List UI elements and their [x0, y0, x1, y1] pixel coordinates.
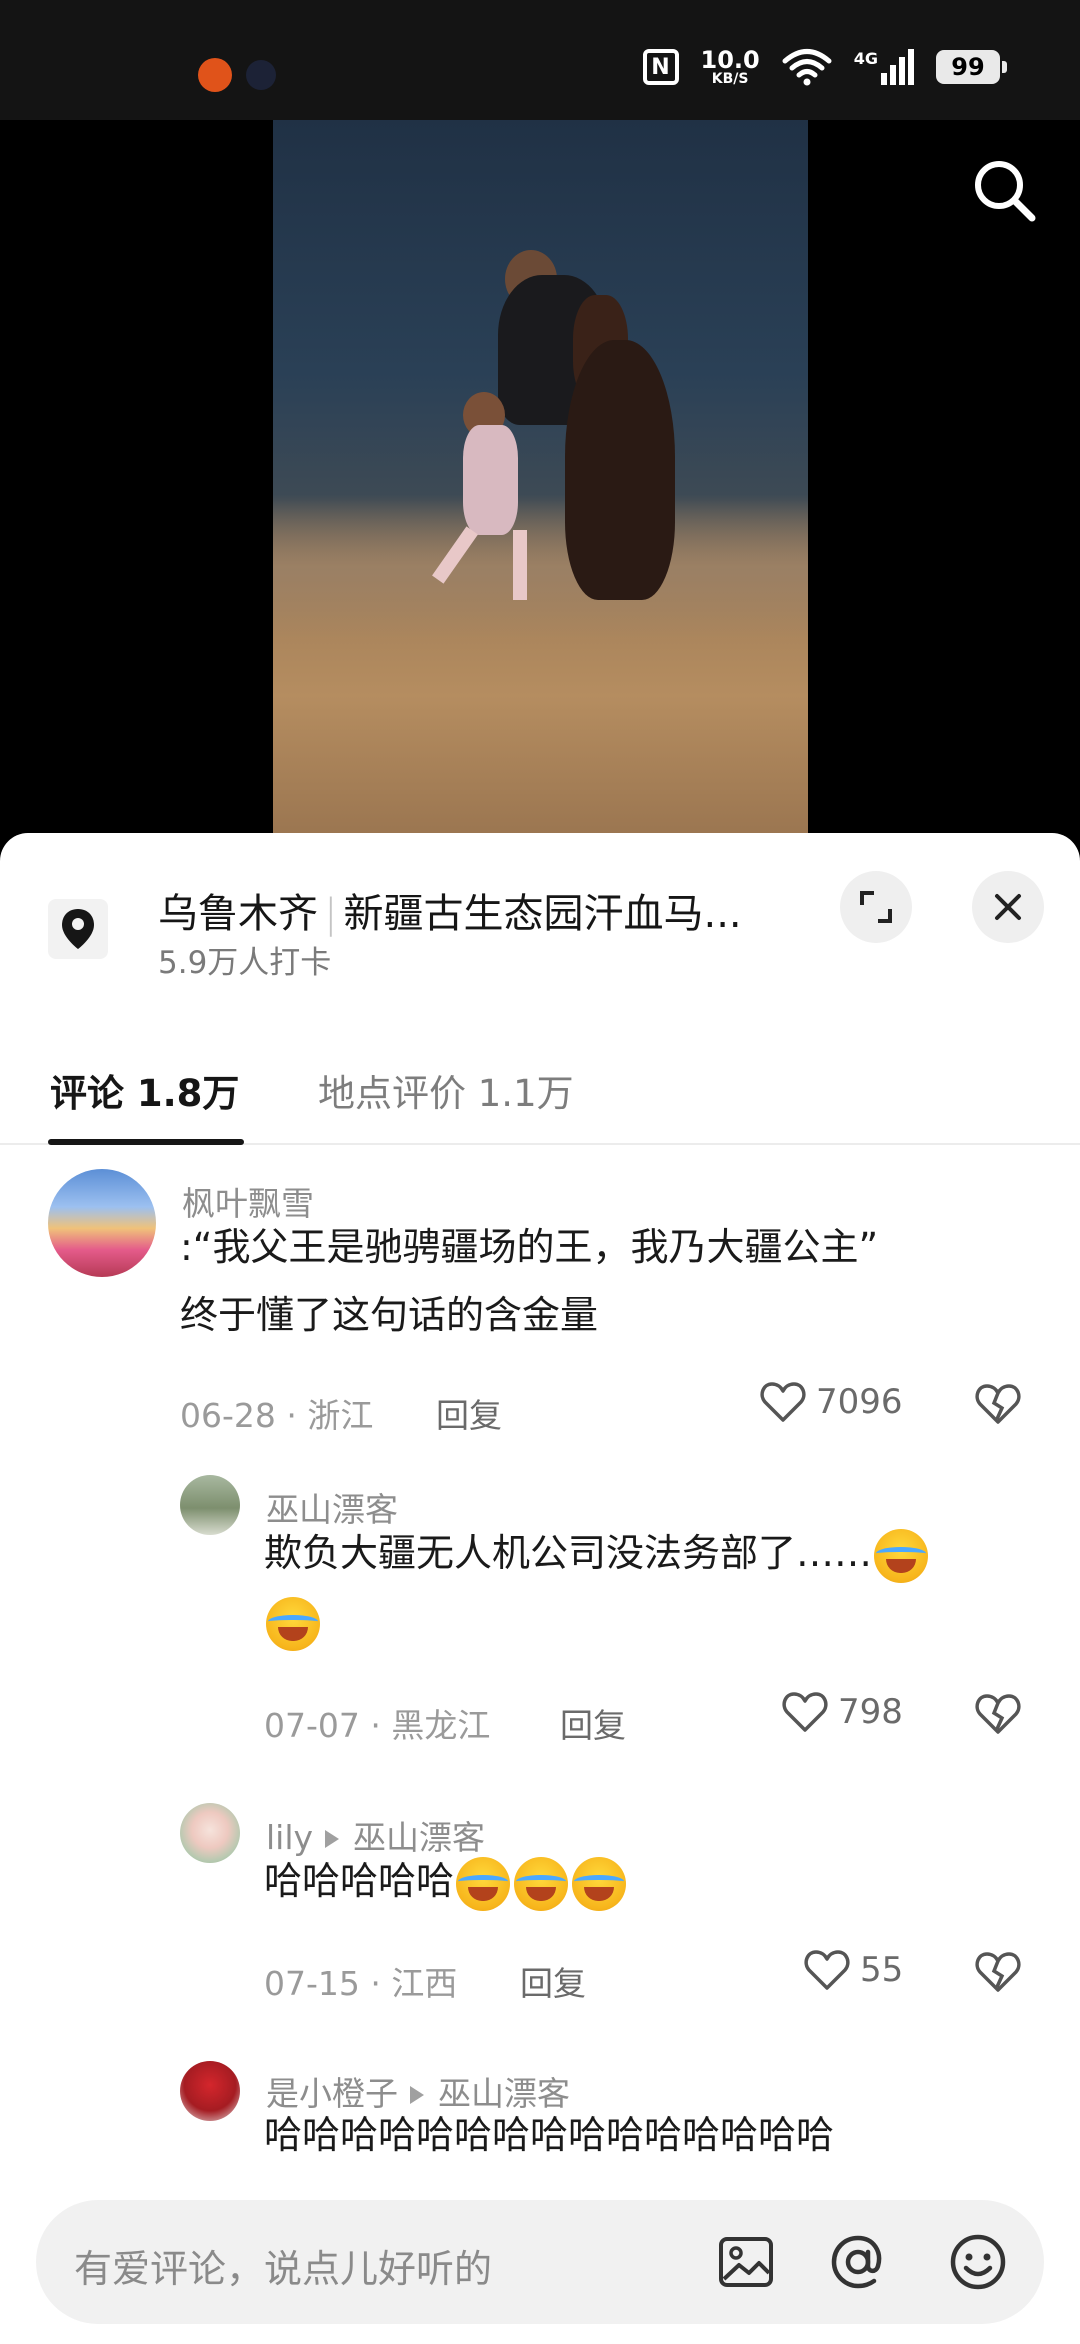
tears-of-joy-emoji-icon [874, 1528, 929, 1583]
comment-text: 欺负大疆无人机公司没法务部了…… [264, 1519, 1024, 1655]
expand-icon [860, 891, 892, 923]
avatar[interactable] [180, 1803, 240, 1863]
checkin-count: 5.9万人打卡 [158, 945, 332, 981]
app-notification-icon [246, 60, 276, 90]
app-notification-icon [198, 58, 232, 92]
location-pin-icon [62, 909, 94, 949]
search-icon [975, 161, 1036, 222]
mention-button[interactable] [826, 2230, 890, 2294]
avatar[interactable] [48, 1169, 156, 1277]
at-icon [831, 2235, 882, 2289]
avatar[interactable] [180, 2061, 240, 2121]
expand-button[interactable] [840, 871, 912, 943]
avatar[interactable] [180, 1475, 240, 1535]
title-separator: | [324, 891, 338, 937]
wifi-icon [782, 49, 832, 86]
comment-input-bar[interactable]: 有爱评论，说点儿好听的 [36, 2200, 1044, 2324]
location-city: 乌鲁木齐 [158, 891, 318, 937]
location-pin [48, 899, 108, 959]
like-button[interactable]: 7096 [760, 1381, 903, 1423]
active-tab-indicator [48, 1139, 244, 1145]
network-type: 4G [853, 49, 878, 68]
location-name: 新疆古生态园汗血马... [343, 891, 742, 937]
search-button[interactable] [960, 146, 1050, 236]
dislike-button[interactable] [975, 1951, 1021, 1997]
image-button[interactable] [714, 2230, 778, 2294]
location-header[interactable]: 乌鲁木齐 | 新疆古生态园汗血马... 5.9万人打卡 [0, 833, 1080, 1013]
like-button[interactable]: 798 [782, 1691, 903, 1733]
dislike-button[interactable] [975, 1693, 1021, 1739]
comment-text: 哈哈哈哈哈哈哈哈哈哈哈哈哈哈哈 [264, 2113, 835, 2157]
reply-button[interactable]: 回复 [436, 1389, 502, 1437]
video-player[interactable] [0, 120, 1080, 840]
tears-of-joy-emoji-icon [572, 1856, 627, 1911]
image-icon [719, 2237, 773, 2287]
comment-date-location: 06-28 · 浙江 [180, 1396, 374, 1435]
tab-location-reviews[interactable]: 地点评价 1.1万 [318, 1063, 574, 1117]
nfc-icon: N [642, 49, 679, 85]
reply-arrow-icon [325, 1829, 340, 1848]
emoji-button[interactable] [946, 2230, 1010, 2294]
dislike-button[interactable] [975, 1383, 1021, 1429]
comment-input[interactable]: 有爱评论，说点儿好听的 [74, 2238, 492, 2293]
video-frame [273, 120, 808, 840]
broken-heart-icon [975, 1952, 1021, 1992]
comment-text: 哈哈哈哈哈 [264, 1847, 628, 1915]
status-bar: N 10.0 KB/S 4G 99 [0, 0, 1080, 120]
tears-of-joy-emoji-icon [514, 1856, 569, 1911]
speed-unit: KB/S [711, 71, 749, 87]
notification-icons [198, 58, 276, 92]
like-count: 7096 [816, 1382, 903, 1422]
reply-button[interactable]: 回复 [520, 1957, 586, 2005]
comment-text-line: 终于懂了这句话的含金量 [180, 1293, 599, 1337]
like-button[interactable]: 55 [804, 1949, 903, 1991]
comment-date-location: 07-15 · 江西 [264, 1964, 458, 2003]
tears-of-joy-emoji-icon [266, 1596, 320, 1651]
tears-of-joy-emoji-icon [456, 1856, 511, 1911]
battery-indicator: 99 [936, 50, 1007, 84]
comment-text-line: 哈哈哈哈哈 [264, 1859, 455, 1903]
tab-bar: 评论 1.8万 地点评价 1.1万 [0, 1033, 1080, 1145]
like-count: 798 [838, 1692, 903, 1732]
comment-date-location: 07-07 · 黑龙江 [264, 1706, 491, 1745]
network-speed: 10.0 KB/S [701, 48, 760, 86]
comment-text-line: 欺负大疆无人机公司没法务部了…… [264, 1531, 873, 1575]
tab-comments[interactable]: 评论 1.8万 [50, 1063, 239, 1117]
cellular-signal-icon: 4G [854, 49, 914, 85]
heart-icon [782, 1692, 828, 1732]
reply-button[interactable]: 回复 [560, 1699, 626, 1747]
emoji-icon [950, 2234, 1006, 2290]
heart-icon [760, 1382, 806, 1422]
comments-sheet: 乌鲁木齐 | 新疆古生态园汗血马... 5.9万人打卡 评论 1.8万 地点评价 1… [0, 833, 1080, 2344]
speed-value: 10.0 [700, 46, 760, 74]
close-icon [995, 894, 1021, 920]
broken-heart-icon [975, 1384, 1021, 1424]
comment-text-line: :“我父王是驰骋疆场的王，我乃大疆公主” [180, 1225, 879, 1269]
broken-heart-icon [975, 1694, 1021, 1734]
like-count: 55 [860, 1950, 904, 1990]
location-title[interactable]: 乌鲁木齐 | 新疆古生态园汗血马... [158, 881, 742, 939]
comment-text: :“我父王是驰骋疆场的王，我乃大疆公主” 终于懂了这句话的含金量 [180, 1213, 878, 1349]
heart-icon [804, 1950, 850, 1990]
close-button[interactable] [972, 871, 1044, 943]
